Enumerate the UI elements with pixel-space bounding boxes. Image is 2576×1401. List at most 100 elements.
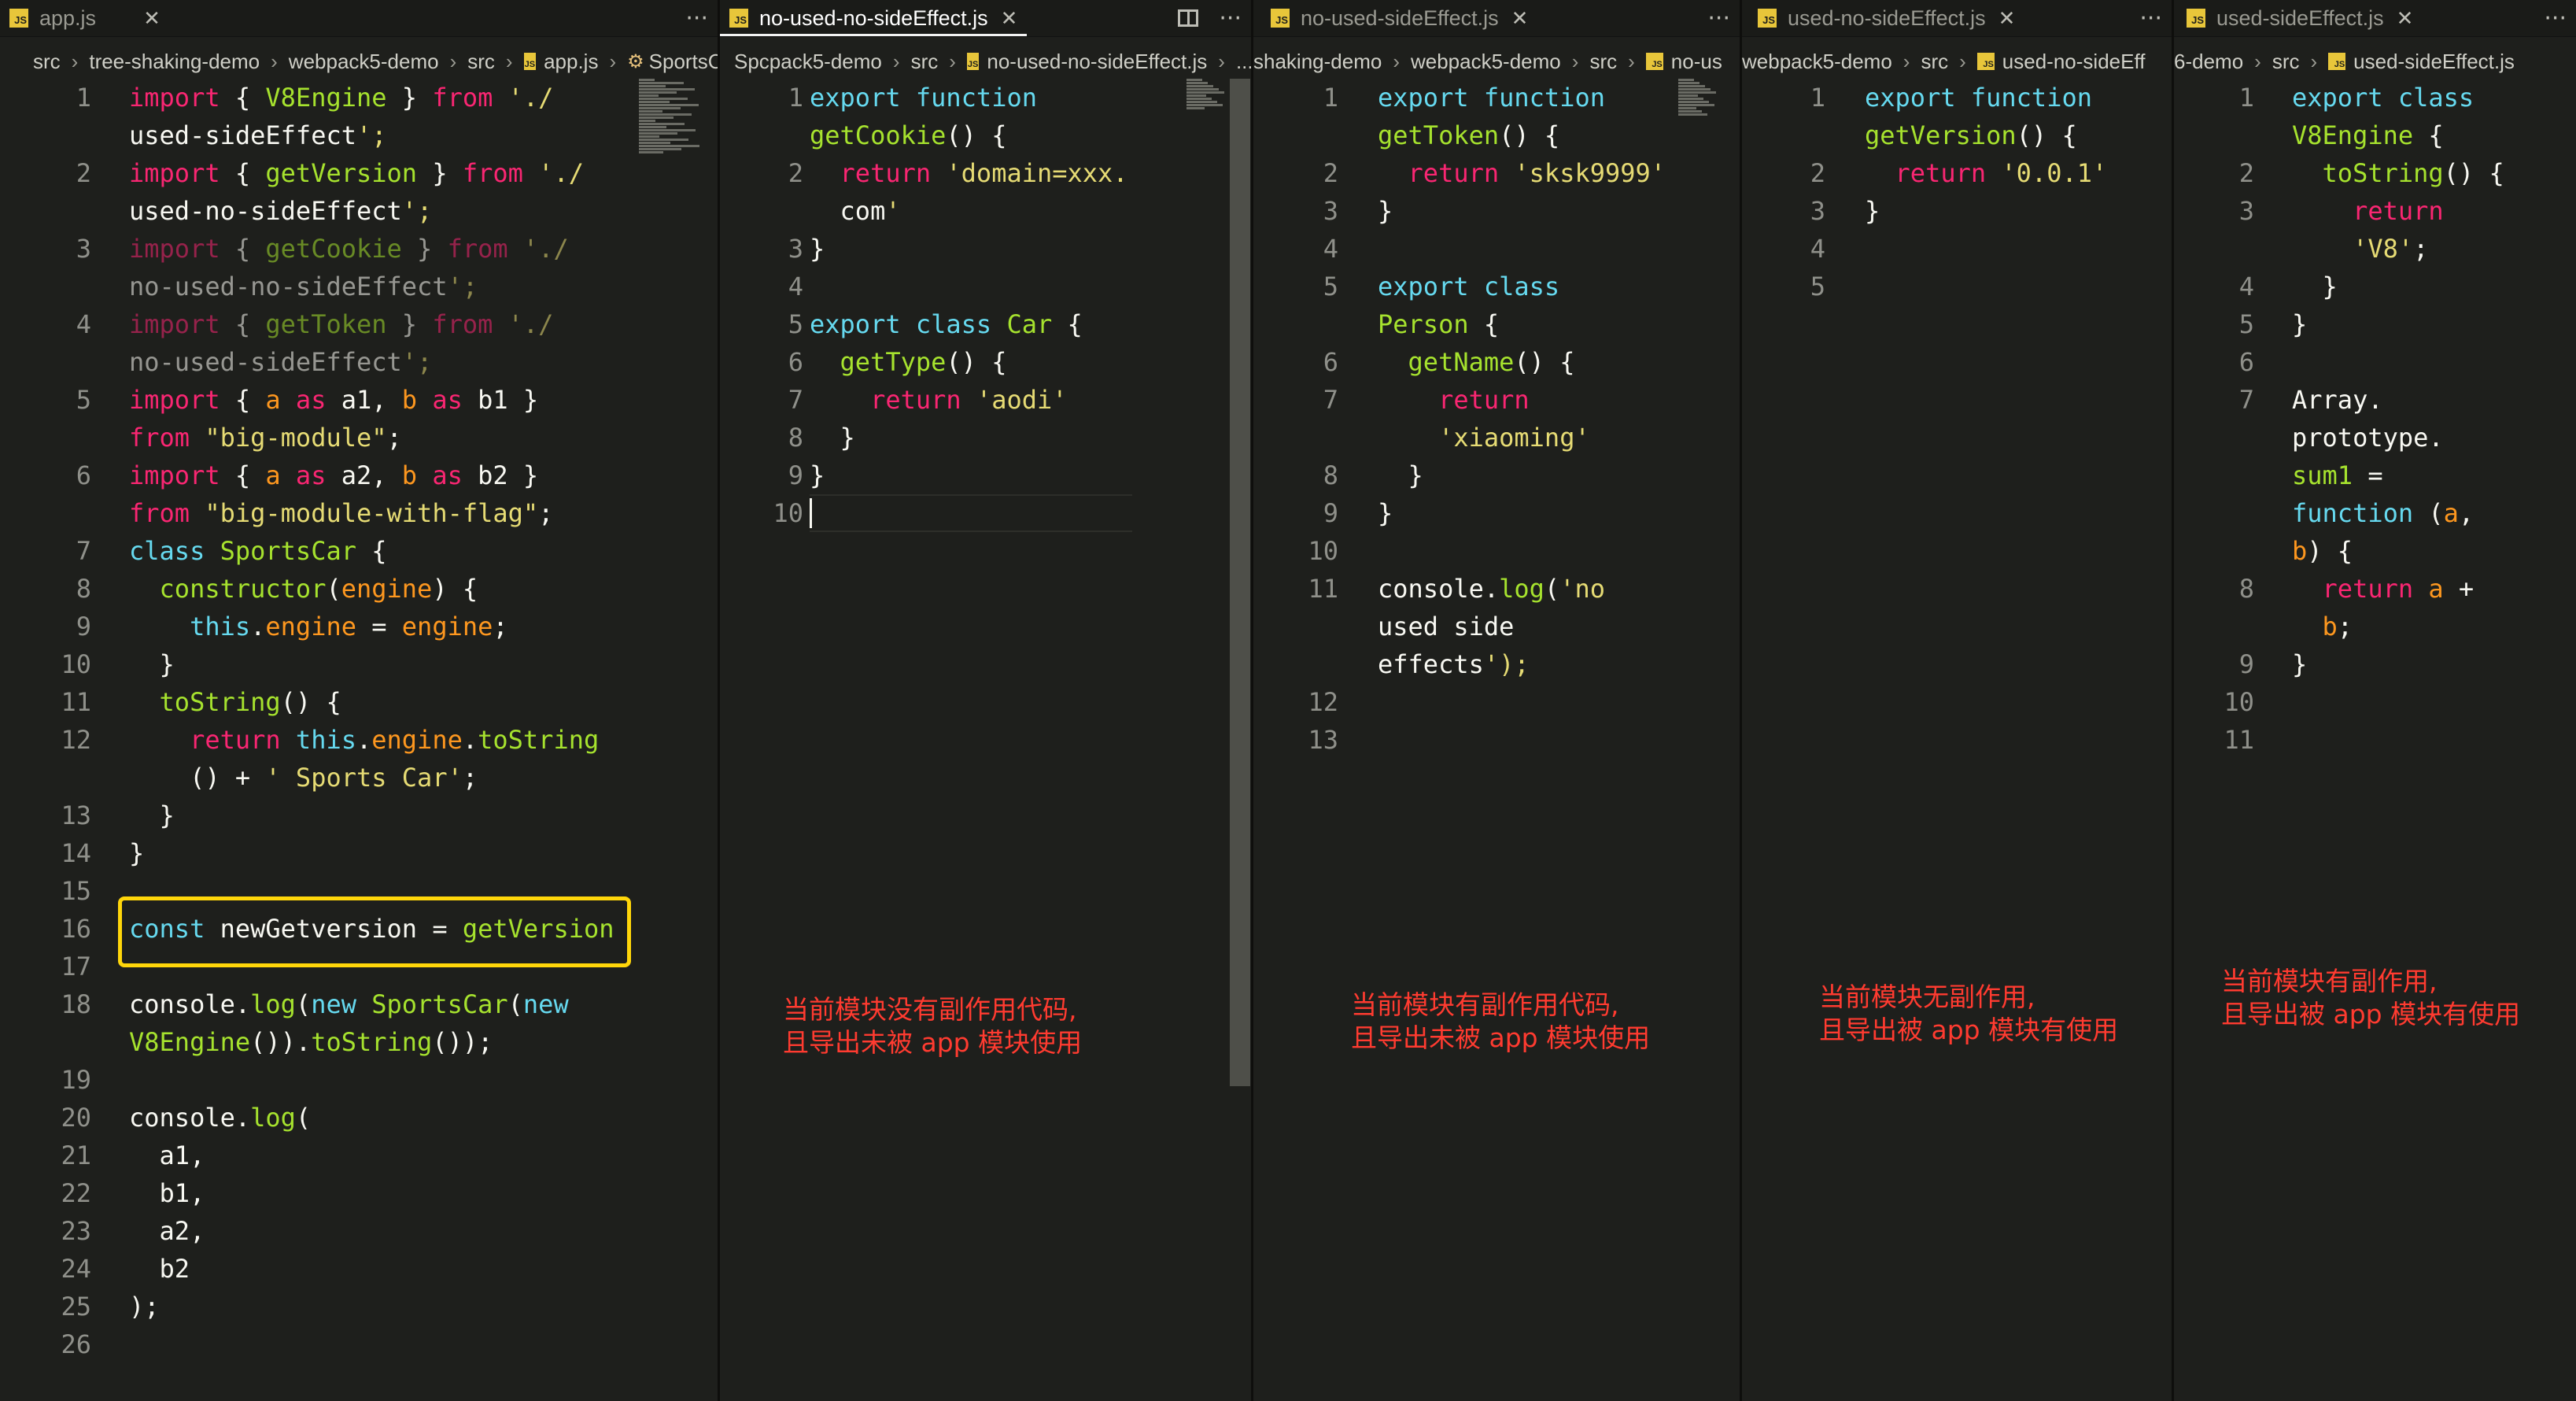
code-line[interactable]: import { getVersion } from './ bbox=[129, 154, 584, 192]
close-icon[interactable]: ✕ bbox=[1998, 6, 2016, 31]
breadcrumb-item[interactable]: tree-shaking-demo bbox=[89, 50, 260, 74]
breadcrumb-item[interactable]: src bbox=[2272, 50, 2300, 74]
code-line[interactable]: } bbox=[129, 645, 175, 683]
code-line[interactable]: } bbox=[1865, 192, 1880, 230]
code-line[interactable]: class SportsCar { bbox=[129, 532, 387, 570]
tab-no-used-no-sideeffect-js[interactable]: JS no-used-no-sideEffect.js ✕ bbox=[720, 0, 1028, 36]
tab-no-used-sideeffect-js[interactable]: JS no-used-sideEffect.js ✕ bbox=[1253, 0, 1537, 36]
code-line[interactable]: sum1 = bbox=[2292, 457, 2383, 494]
code-line[interactable]: } bbox=[810, 457, 825, 494]
code-line[interactable]: Array. bbox=[2292, 381, 2383, 419]
breadcrumb-item[interactable]: webpack5-demo bbox=[1742, 50, 1892, 74]
breadcrumb-item[interactable]: shaking-demo bbox=[1253, 50, 1382, 74]
code-line[interactable]: getType() { bbox=[810, 343, 1007, 381]
code-line[interactable]: getVersion() { bbox=[1865, 116, 2077, 154]
code-line[interactable]: return 'domain=xxx. bbox=[810, 154, 1128, 192]
code-line[interactable]: return this.engine.toString bbox=[129, 721, 599, 759]
code-line[interactable]: V8Engine()).toString()); bbox=[129, 1023, 493, 1061]
code-line[interactable]: } bbox=[2292, 305, 2307, 343]
code-line[interactable]: b1, bbox=[129, 1174, 205, 1212]
more-actions-icon[interactable]: ··· bbox=[2544, 5, 2567, 32]
code-line[interactable]: this.engine = engine; bbox=[129, 608, 508, 645]
code-line[interactable]: getToken() { bbox=[1378, 116, 1559, 154]
breadcrumb-item[interactable]: src bbox=[911, 50, 939, 74]
code-line[interactable]: export class bbox=[2292, 79, 2474, 116]
code-line[interactable]: console.log('no bbox=[1378, 570, 1605, 608]
code-line[interactable]: 'xiaoming' bbox=[1378, 419, 1590, 457]
code-line[interactable]: import { V8Engine } from './ bbox=[129, 79, 553, 116]
code-line[interactable]: } bbox=[129, 797, 175, 834]
code-line[interactable]: return '0.0.1' bbox=[1865, 154, 2108, 192]
code-line[interactable]: prototype. bbox=[2292, 419, 2444, 457]
code-line[interactable]: } bbox=[810, 230, 825, 268]
code-line[interactable]: toString() { bbox=[129, 683, 341, 721]
breadcrumb-item[interactable]: src bbox=[1921, 50, 1948, 74]
code-line[interactable]: export function bbox=[810, 79, 1037, 116]
code-line[interactable]: b) { bbox=[2292, 532, 2353, 570]
breadcrumb-item[interactable]: SportsCar bbox=[649, 50, 718, 74]
code-line[interactable]: getCookie() { bbox=[810, 116, 1006, 154]
more-actions-icon[interactable]: ··· bbox=[2139, 5, 2162, 32]
code-line[interactable]: 'V8'; bbox=[2292, 230, 2428, 268]
breadcrumb-item[interactable]: app.js bbox=[544, 50, 598, 74]
breadcrumb-item[interactable]: src bbox=[1589, 50, 1617, 74]
code-line[interactable]: } bbox=[810, 419, 855, 457]
code-line[interactable]: () + ' Sports Car'; bbox=[129, 759, 478, 797]
minimap[interactable] bbox=[1678, 79, 1718, 126]
code-line[interactable]: from "big-module-with-flag"; bbox=[129, 494, 553, 532]
tab-app-js[interactable]: JS app.js ✕ bbox=[0, 0, 170, 36]
breadcrumb-item[interactable]: used-sideEffect.js bbox=[2353, 50, 2515, 74]
more-actions-icon[interactable]: ··· bbox=[1219, 5, 1242, 32]
code-line[interactable]: Person { bbox=[1378, 305, 1499, 343]
code-line[interactable]: used-sideEffect'; bbox=[129, 116, 387, 154]
code-line[interactable]: no-used-no-sideEffect'; bbox=[129, 268, 478, 305]
code-line[interactable]: console.log(new SportsCar(new bbox=[129, 985, 569, 1023]
tab-used-sideeffect-js[interactable]: JS used-sideEffect.js ✕ bbox=[2174, 0, 2423, 36]
code-line[interactable]: used side bbox=[1378, 608, 1514, 645]
close-icon[interactable]: ✕ bbox=[143, 6, 161, 31]
code-line[interactable]: return 'sksk9999' bbox=[1378, 154, 1666, 192]
code-line[interactable]: b; bbox=[2292, 608, 2353, 645]
tab-used-no-sideeffect-js[interactable]: JS used-no-sideEffect.js ✕ bbox=[1742, 0, 2024, 36]
code-line[interactable]: a1, bbox=[129, 1137, 205, 1174]
code-line[interactable]: b2 bbox=[129, 1250, 190, 1288]
breadcrumb-item[interactable]: used-no-sideEff bbox=[2002, 50, 2146, 74]
code-line[interactable]: console.log( bbox=[129, 1099, 311, 1137]
code-line[interactable]: return 'aodi' bbox=[810, 381, 1067, 419]
breadcrumb-item[interactable]: 6-demo bbox=[2174, 50, 2243, 74]
code-line[interactable]: } bbox=[2292, 645, 2307, 683]
code-line[interactable]: com' bbox=[810, 192, 901, 230]
code-line[interactable]: toString() { bbox=[2292, 154, 2504, 192]
code-line[interactable]: export function bbox=[1378, 79, 1605, 116]
minimap[interactable] bbox=[1187, 79, 1226, 118]
more-actions-icon[interactable]: ··· bbox=[1707, 5, 1730, 32]
breadcrumb-item[interactable]: Spcpack5-demo bbox=[734, 50, 882, 74]
code-line[interactable]: import { getToken } from './ bbox=[129, 305, 553, 343]
breadcrumb-item[interactable]: no-us bbox=[1671, 50, 1722, 74]
more-actions-icon[interactable]: ··· bbox=[685, 5, 708, 32]
code-line[interactable]: return bbox=[2292, 192, 2444, 230]
breadcrumb-item[interactable]: webpack5-demo bbox=[289, 50, 439, 74]
code-line[interactable]: export class Car { bbox=[810, 305, 1083, 343]
code-line[interactable]: } bbox=[1378, 457, 1423, 494]
scrollbar-thumb[interactable] bbox=[1230, 79, 1250, 1086]
code-line[interactable]: export class bbox=[1378, 268, 1559, 305]
close-icon[interactable]: ✕ bbox=[1001, 6, 1018, 31]
code-line[interactable]: } bbox=[129, 834, 144, 872]
breadcrumb-item[interactable]: webpack5-demo bbox=[1411, 50, 1561, 74]
breadcrumb-item[interactable]: ... bbox=[1236, 50, 1251, 74]
code-line[interactable]: import { a as a1, b as b1 } bbox=[129, 381, 538, 419]
code-line[interactable]: getName() { bbox=[1378, 343, 1575, 381]
minimap[interactable] bbox=[639, 79, 702, 181]
breadcrumb-item[interactable]: src bbox=[33, 50, 61, 74]
code-line[interactable]: no-used-sideEffect'; bbox=[129, 343, 432, 381]
code-line[interactable]: import { getCookie } from './ bbox=[129, 230, 569, 268]
code-line[interactable]: constructor(engine) { bbox=[129, 570, 478, 608]
code-line[interactable]: } bbox=[1378, 494, 1393, 532]
code-line[interactable]: } bbox=[1378, 192, 1393, 230]
code-line[interactable]: a2, bbox=[129, 1212, 205, 1250]
code-line[interactable]: ); bbox=[129, 1288, 160, 1325]
code-line[interactable]: V8Engine { bbox=[2292, 116, 2444, 154]
code-line[interactable]: export function bbox=[1865, 79, 2092, 116]
code-line[interactable]: used-no-sideEffect'; bbox=[129, 192, 432, 230]
